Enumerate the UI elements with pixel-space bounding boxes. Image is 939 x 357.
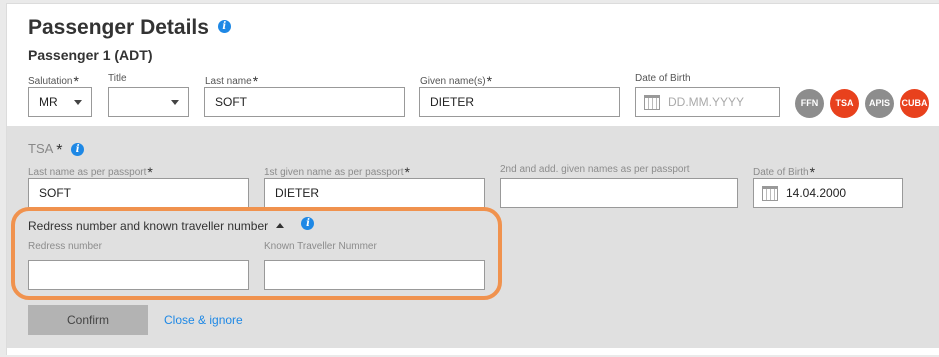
last-name-label: Last name*	[205, 73, 259, 89]
last-name-field[interactable]: SOFT	[204, 87, 405, 117]
highlight-annotation	[11, 207, 502, 300]
page-title-text: Passenger Details	[28, 16, 209, 39]
confirm-button[interactable]: Confirm	[28, 305, 148, 335]
given-names-label: Given name(s)*	[420, 73, 493, 89]
calendar-icon[interactable]	[762, 186, 778, 201]
passport-dob-field[interactable]: 14.04.2000	[753, 178, 903, 208]
title-label: Title	[108, 73, 127, 84]
passport-additional-names-field[interactable]	[500, 178, 738, 208]
passport-last-name-label: Last name as per passport*	[28, 164, 153, 180]
passport-first-given-label: 1st given name as per passport*	[264, 164, 410, 180]
page-title: Passenger Details i	[28, 16, 231, 40]
passport-last-name-field[interactable]: SOFT	[28, 178, 249, 208]
chevron-down-icon	[74, 100, 82, 105]
salutation-value: MR	[39, 95, 58, 109]
info-icon[interactable]: i	[71, 143, 85, 157]
passport-dob-value: 14.04.2000	[786, 186, 847, 200]
dob-field[interactable]: DD.MM.YYYY	[635, 87, 780, 117]
passport-first-given-field[interactable]: DIETER	[264, 178, 485, 208]
close-ignore-link[interactable]: Close & ignore	[164, 313, 243, 327]
dob-placeholder: DD.MM.YYYY	[668, 95, 745, 109]
passport-dob-label: Date of Birth*	[753, 164, 816, 180]
given-names-field[interactable]: DIETER	[419, 87, 620, 117]
title-select[interactable]	[108, 87, 189, 117]
calendar-icon[interactable]	[644, 95, 660, 110]
ffn-badge[interactable]: FFN	[795, 89, 824, 118]
apis-badge[interactable]: APIS	[865, 89, 894, 118]
salutation-label: Salutation*	[28, 73, 79, 89]
tsa-badge[interactable]: TSA	[830, 89, 859, 118]
tsa-section-label: TSA * i	[28, 140, 85, 159]
info-icon[interactable]: i	[217, 19, 231, 33]
passenger-subtitle: Passenger 1 (ADT)	[28, 47, 153, 63]
passport-additional-names-label: 2nd and add. given names as per passport	[500, 164, 690, 175]
chevron-down-icon	[171, 100, 179, 105]
dob-label: Date of Birth	[635, 73, 691, 84]
salutation-select[interactable]: MR	[28, 87, 92, 117]
cuba-badge[interactable]: CUBA	[900, 89, 929, 118]
